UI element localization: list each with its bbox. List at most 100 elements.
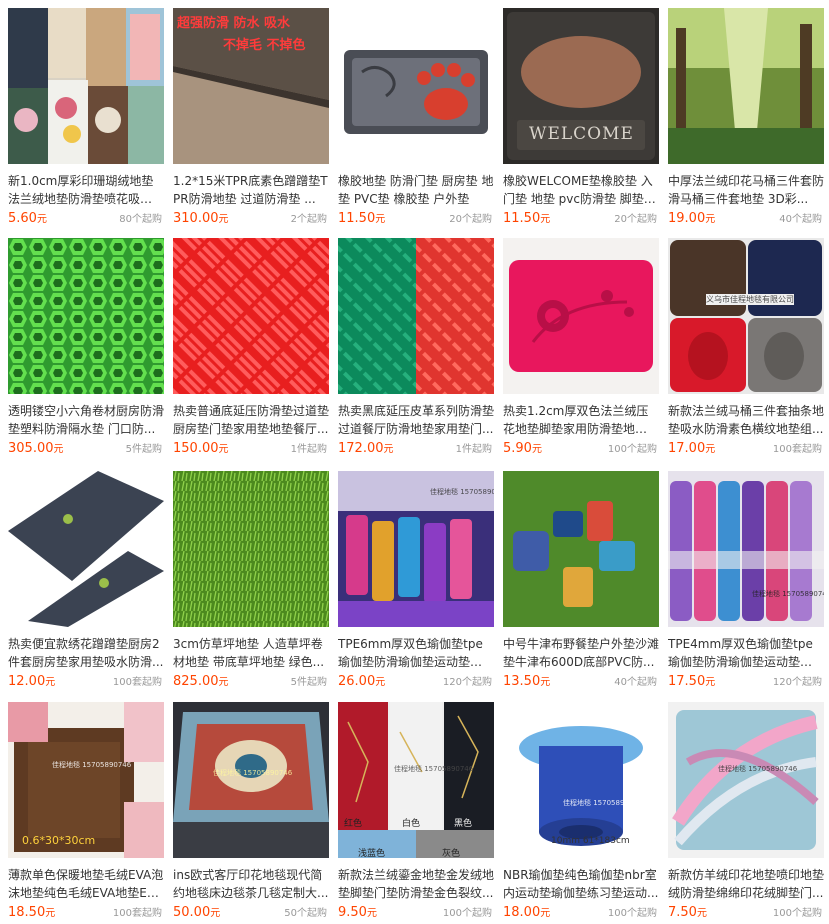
product-card[interactable]: 佳程地毯 15705890746 TPE4mm厚双色瑜伽垫tpe瑜伽垫防滑瑜伽垫… — [668, 471, 824, 693]
product-title[interactable]: 新款法兰绒马桶三件套抽条地垫吸水防滑素色横纹地垫组... — [668, 402, 824, 438]
product-title[interactable]: 热卖1.2cm厚双色法兰绒压花地垫脚垫家用防滑垫地毯床... — [503, 402, 659, 438]
product-price: 18.00元 — [503, 905, 550, 922]
min-order: 100套起购 — [772, 444, 822, 455]
product-image[interactable]: 佳程地毯 15705890746 红色 白色 黑色 浅蓝色 灰色 — [338, 702, 494, 858]
product-title[interactable]: 中号牛津布野餐垫户外垫沙滩垫牛津布600D底部PVC防... — [503, 635, 659, 671]
product-image[interactable]: WELCOME — [503, 8, 659, 164]
product-title[interactable]: 3cm仿草坪地垫 人造草坪卷材地垫 带底草坪地垫 绿色... — [173, 635, 329, 671]
product-title[interactable]: TPE6mm厚双色瑜伽垫tpe瑜伽垫防滑瑜伽垫运动垫练习... — [338, 635, 494, 671]
product-image[interactable]: 佳程地毯 15705890746 — [668, 702, 824, 858]
price-unit: 元 — [696, 908, 707, 919]
price-unit: 元 — [705, 214, 716, 225]
price-value: 11.50 — [503, 211, 541, 226]
product-image[interactable]: 佳程地毯 15705890746 10mm 61*183cm — [503, 702, 659, 858]
product-card[interactable]: 佳程地毯 15705890 TPE6mm厚双色瑜伽垫tpe瑜伽垫防滑瑜伽垫运动垫… — [338, 471, 494, 693]
product-title[interactable]: 热卖普通底延压防滑垫过道垫厨房垫门垫家用垫地垫餐厅... — [173, 402, 329, 438]
price-value: 13.50 — [503, 674, 541, 689]
product-card[interactable]: 热卖便宜款绣花蹭蹭垫厨房2件套厨房垫家用垫吸水防滑... 12.00元 100套… — [8, 471, 164, 693]
price-value: 12.00 — [8, 674, 46, 689]
product-image[interactable] — [8, 471, 164, 627]
product-card[interactable]: 中厚法兰绒印花马桶三件套防滑马桶三件套地垫 3D彩... 19.00元 40个起… — [668, 8, 824, 230]
price-value: 305.00 — [8, 441, 54, 456]
product-image[interactable] — [173, 238, 329, 394]
product-image[interactable]: 佳程地毯 15705890746 — [173, 702, 329, 858]
product-card[interactable]: 新1.0cm厚彩印珊瑚绒地垫法兰绒地垫防滑垫喷花吸水垫... 5.60元 80个… — [8, 8, 164, 230]
product-card[interactable]: 佳程地毯 15705890746 10mm 61*183cm NBR瑜伽垫纯色瑜… — [503, 702, 659, 924]
product-image[interactable]: 佳程地毯 15705890746 0.6*30*30cm — [8, 702, 164, 858]
price-unit: 元 — [45, 677, 56, 688]
product-card[interactable]: 热卖黑底延压皮革系列防滑垫过道餐厅防滑地垫家用垫门... 172.00元 1件起… — [338, 238, 494, 460]
min-order: 50个起购 — [284, 908, 327, 919]
product-image[interactable] — [338, 238, 494, 394]
product-price: 17.50元 — [668, 674, 715, 691]
min-order: 120个起购 — [442, 677, 492, 688]
product-card[interactable]: 热卖普通底延压防滑垫过道垫厨房垫门垫家用垫地垫餐厅... 150.00元 1件起… — [173, 238, 329, 460]
product-image[interactable] — [668, 8, 824, 164]
product-image[interactable]: 佳程地毯 15705890746 — [668, 471, 824, 627]
product-card[interactable]: 佳程地毯 15705890746 新款仿羊绒印花地垫喷印地垫绒防滑垫绵绵印花绒脚… — [668, 702, 824, 924]
product-card[interactable]: WELCOME 橡胶WELCOME垫橡胶垫 入门垫 地垫 pvc防滑垫 脚垫 .… — [503, 8, 659, 230]
min-order: 80个起购 — [119, 214, 162, 225]
product-image[interactable] — [8, 8, 164, 164]
min-order: 40个起购 — [614, 677, 657, 688]
product-price: 5.90元 — [503, 441, 542, 458]
product-card[interactable]: 中号牛津布野餐垫户外垫沙滩垫牛津布600D底部PVC防... 13.50元 40… — [503, 471, 659, 693]
product-title[interactable]: 热卖便宜款绣花蹭蹭垫厨房2件套厨房垫家用垫吸水防滑... — [8, 635, 164, 671]
product-title[interactable]: 新款仿羊绒印花地垫喷印地垫绒防滑垫绵绵印花绒脚垫门... — [668, 866, 824, 902]
price-value: 5.90 — [503, 441, 532, 456]
product-title[interactable]: 1.2*15米TPR底素色蹭蹭垫TPR防滑地垫 过道防滑垫 ... — [173, 172, 329, 208]
product-title[interactable]: ins欧式客厅印花地毯现代简约地毯床边毯茶几毯定制大... — [173, 866, 329, 902]
product-card[interactable]: 超强防滑 防水 吸水 不掉毛 不掉色 1.2*15米TPR底素色蹭蹭垫TPR防滑… — [173, 8, 329, 230]
product-card[interactable]: 义乌市佳程地毯有限公司 新款法兰绒马桶三件套抽条地垫吸水防滑素色横纹地垫组...… — [668, 238, 824, 460]
product-card[interactable]: 橡胶地垫 防滑门垫 厨房垫 地垫 PVC垫 橡胶垫 户外垫 11.50元 20个… — [338, 8, 494, 230]
price-unit: 元 — [218, 677, 229, 688]
product-image[interactable] — [338, 8, 494, 164]
product-title[interactable]: 橡胶WELCOME垫橡胶垫 入门垫 地垫 pvc防滑垫 脚垫 ... — [503, 172, 659, 208]
price-unit: 元 — [705, 444, 716, 455]
price-value: 50.00 — [173, 905, 211, 920]
product-title[interactable]: 橡胶地垫 防滑门垫 厨房垫 地垫 PVC垫 橡胶垫 户外垫 — [338, 172, 494, 208]
price-unit: 元 — [540, 908, 551, 919]
product-card[interactable]: 热卖1.2cm厚双色法兰绒压花地垫脚垫家用防滑垫地毯床... 5.90元 100… — [503, 238, 659, 460]
product-image[interactable] — [8, 238, 164, 394]
product-image[interactable]: 义乌市佳程地毯有限公司 — [668, 238, 824, 394]
price-value: 19.00 — [668, 211, 706, 226]
image-watermark: 佳程地毯 15705890746 — [213, 769, 293, 777]
product-title[interactable]: 中厚法兰绒印花马桶三件套防滑马桶三件套地垫 3D彩... — [668, 172, 824, 208]
product-title[interactable]: 透明镂空小六角卷材厨房防滑垫塑料防滑隔水垫 门口防... — [8, 402, 164, 438]
product-price: 12.00元 — [8, 674, 55, 691]
product-title[interactable]: 新款法兰绒鎏金地垫金发绒地垫脚垫门垫防滑垫金色裂纹... — [338, 866, 494, 902]
product-card[interactable]: 佳程地毯 15705890746 ins欧式客厅印花地毯现代简约地毯床边毯茶几毯… — [173, 702, 329, 924]
price-value: 172.00 — [338, 441, 384, 456]
image-caption: 超强防滑 防水 吸水 — [177, 16, 291, 31]
product-card[interactable]: 佳程地毯 15705890746 0.6*30*30cm 薄款单色保暖地垫毛绒E… — [8, 702, 164, 924]
min-order: 100个起购 — [607, 908, 657, 919]
image-caption: 10mm 61*183cm — [551, 836, 630, 846]
product-image[interactable] — [503, 238, 659, 394]
color-label-gray: 灰色 — [442, 849, 461, 858]
price-value: 18.50 — [8, 905, 46, 920]
product-card[interactable]: 透明镂空小六角卷材厨房防滑垫塑料防滑隔水垫 门口防... 305.00元 5件起… — [8, 238, 164, 460]
product-title[interactable]: 薄款单色保暖地垫毛绒EVA泡沫地垫纯色毛绒EVA地垫EV... — [8, 866, 164, 902]
product-price: 13.50元 — [503, 674, 550, 691]
product-card[interactable]: 佳程地毯 15705890746 红色 白色 黑色 浅蓝色 灰色 新款法兰绒鎏金… — [338, 702, 494, 924]
product-price: 305.00元 — [8, 441, 64, 458]
price-value: 825.00 — [173, 674, 219, 689]
price-unit: 元 — [218, 214, 229, 225]
product-image[interactable] — [173, 471, 329, 627]
product-image[interactable] — [503, 471, 659, 627]
image-watermark: 佳程地毯 15705890746 — [563, 799, 643, 807]
min-order: 100个起购 — [442, 908, 492, 919]
product-card[interactable]: 3cm仿草坪地垫 人造草坪卷材地垫 带底草坪地垫 绿色... 825.00元 5… — [173, 471, 329, 693]
price-unit: 元 — [218, 444, 229, 455]
product-title[interactable]: TPE4mm厚双色瑜伽垫tpe瑜伽垫防滑瑜伽垫运动垫练习... — [668, 635, 824, 671]
image-caption: 义乌市佳程地毯有限公司 — [706, 294, 794, 305]
min-order: 1件起购 — [455, 444, 492, 455]
product-title[interactable]: 新1.0cm厚彩印珊瑚绒地垫法兰绒地垫防滑垫喷花吸水垫... — [8, 172, 164, 208]
product-image[interactable]: 佳程地毯 15705890 — [338, 471, 494, 627]
product-image[interactable]: 超强防滑 防水 吸水 不掉毛 不掉色 — [173, 8, 329, 164]
product-title[interactable]: 热卖黑底延压皮革系列防滑垫过道餐厅防滑地垫家用垫门... — [338, 402, 494, 438]
product-price: 11.50元 — [338, 211, 385, 228]
product-title[interactable]: NBR瑜伽垫纯色瑜伽垫nbr室内运动垫瑜伽垫练习垫运动... — [503, 866, 659, 902]
image-watermark: 佳程地毯 15705890 — [430, 488, 494, 496]
